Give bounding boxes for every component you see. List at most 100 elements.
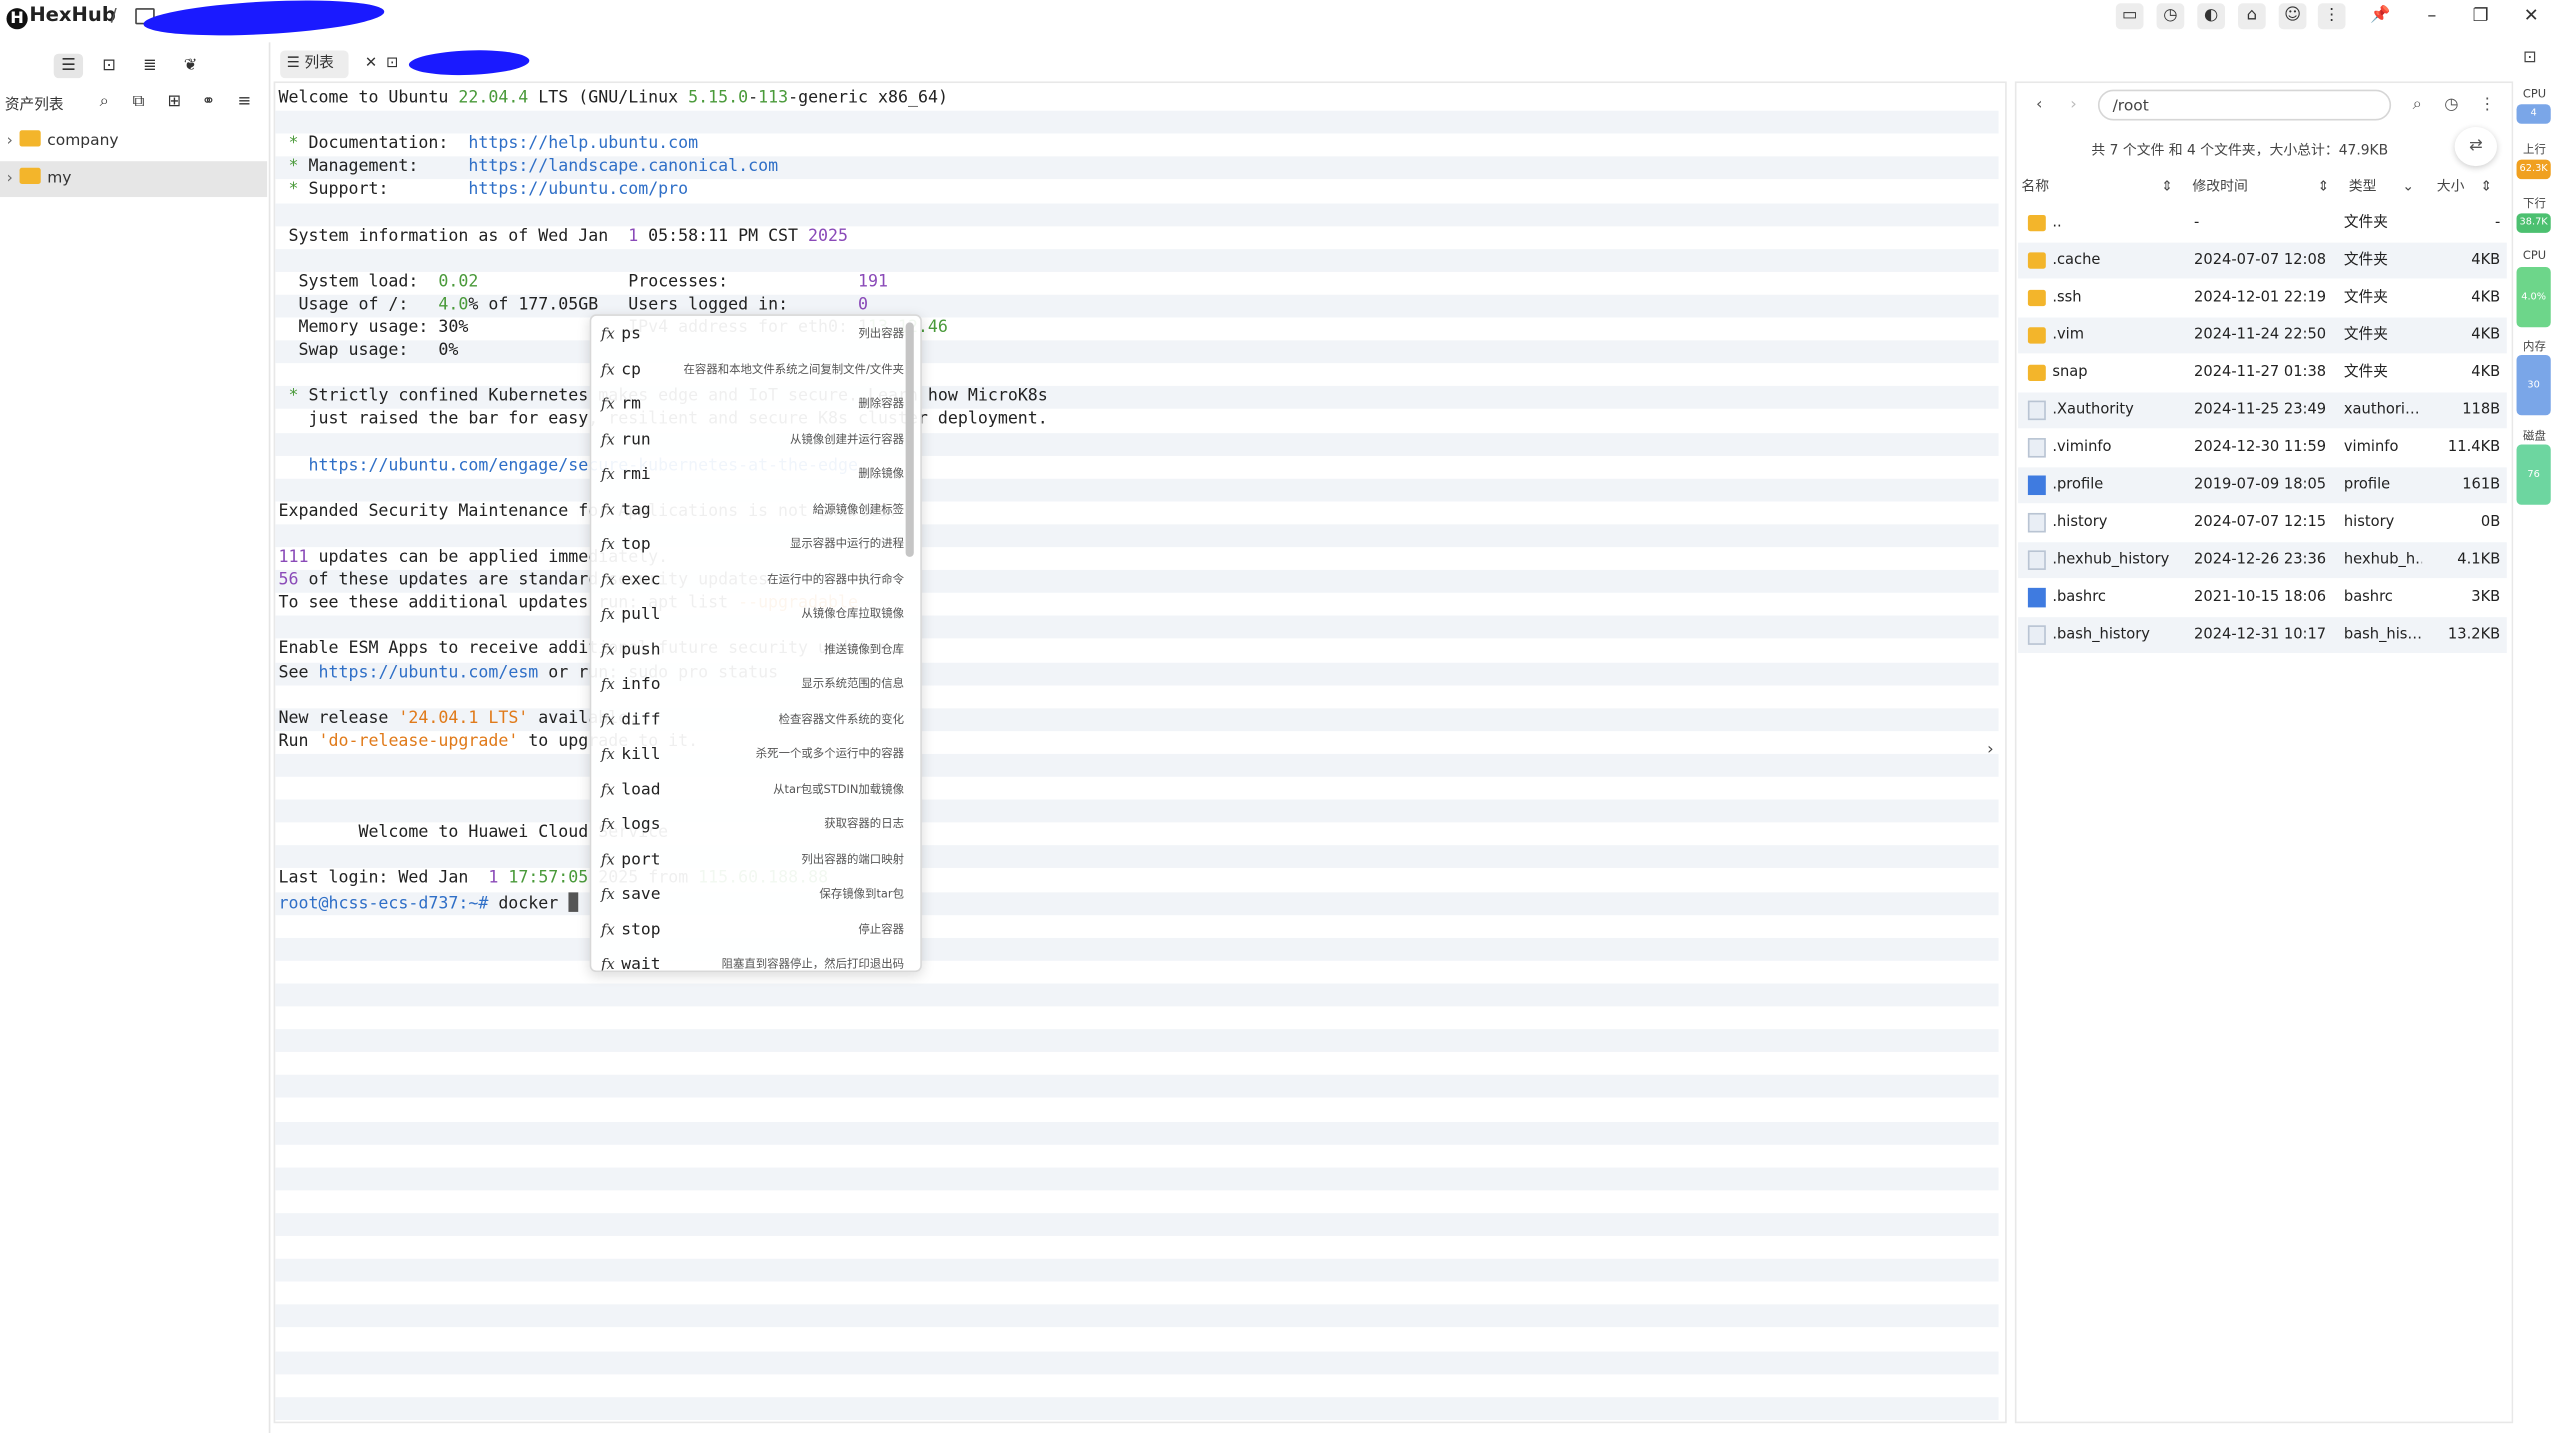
- file-type: 文件夹: [2343, 364, 2388, 382]
- function-icon: fx: [601, 747, 615, 764]
- terminal-tab-icon[interactable]: ⊡: [386, 50, 406, 78]
- terminal-text: 2025: [808, 227, 849, 246]
- terminal-row-stripe: [275, 799, 1999, 823]
- collapse-icon[interactable]: ≡: [230, 90, 259, 114]
- completion-item[interactable]: fx load 从tar包或STDIN加载镜像: [601, 773, 904, 808]
- terminal-row-stripe: [275, 478, 1999, 502]
- forward-icon[interactable]: ›: [2062, 93, 2085, 119]
- close-window-button[interactable]: ✕: [2517, 3, 2546, 29]
- pin-icon[interactable]: 📌: [2367, 3, 2395, 29]
- terminal-view-icon[interactable]: ⊡: [94, 54, 123, 78]
- database-icon[interactable]: ≣: [135, 54, 164, 78]
- terminal-line: * Management: https://landscape.canonica…: [279, 157, 779, 180]
- search-icon[interactable]: ⌕: [2406, 93, 2429, 119]
- more-icon[interactable]: ⋮: [2317, 3, 2346, 30]
- expand-panel-icon[interactable]: ›: [1987, 733, 2003, 769]
- completion-item[interactable]: fx wait 阻塞直到容器停止，然后打印退出码: [601, 948, 904, 973]
- folder-icon: [2027, 364, 2046, 382]
- search-icon[interactable]: ⌕: [90, 90, 119, 114]
- file-mtime: 2024-12-26 23:36: [2194, 552, 2327, 569]
- completion-item[interactable]: fx ps 列出容器: [601, 318, 904, 353]
- file-row[interactable]: .. - 文件夹 -: [2018, 205, 2507, 241]
- bird-icon[interactable]: ❦: [176, 54, 205, 78]
- completion-item[interactable]: fx cp 在容器和本地文件系统之间复制文件/文件夹: [601, 353, 904, 388]
- completion-item[interactable]: fx pull 从镜像仓库拉取镜像: [601, 598, 904, 633]
- file-row[interactable]: .bashrc 2021-10-15 18:06 bashrc 3KB: [2018, 580, 2507, 616]
- minimize-button[interactable]: –: [2417, 3, 2446, 29]
- completion-item[interactable]: fx port 列出容器的端口映射: [601, 843, 904, 878]
- completion-item[interactable]: fx stop 停止容器: [601, 913, 904, 948]
- file-row[interactable]: .cache 2024-07-07 12:08 文件夹 4KB: [2018, 242, 2507, 279]
- completion-item[interactable]: fx info 显示系统范围的信息: [601, 668, 904, 703]
- history-icon[interactable]: ◷: [2156, 3, 2185, 30]
- terminal-text: Run: [278, 732, 319, 751]
- file-size: -: [2494, 214, 2501, 232]
- file-mtime: 2024-11-24 22:50: [2194, 327, 2327, 344]
- column-size[interactable]: 大小 ⇕: [2437, 174, 2496, 200]
- column-name[interactable]: 名称 ⇕: [2021, 174, 2176, 200]
- completion-command: info: [621, 675, 661, 694]
- popup-scrollbar[interactable]: [905, 322, 914, 557]
- file-size: 4KB: [2471, 252, 2501, 269]
- disk-label: 磁盘: [2523, 429, 2546, 443]
- function-icon: fx: [601, 817, 615, 834]
- terminal-text: '24.04.1 LTS': [398, 709, 529, 728]
- more-icon[interactable]: ⋮: [2476, 93, 2499, 119]
- terminal[interactable]: Welcome to Ubuntu 22.04.4 LTS (GNU/Linux…: [273, 81, 2007, 1424]
- user-icon[interactable]: ☺: [2278, 3, 2307, 30]
- file-row[interactable]: .history 2024-07-07 12:15 history 0B: [2018, 505, 2507, 541]
- maximize-button[interactable]: ❐: [2466, 3, 2495, 29]
- file-row[interactable]: .viminfo 2024-12-30 11:59 viminfo 11.4KB: [2018, 430, 2507, 466]
- terminal-line: * Documentation: https://help.ubuntu.com: [279, 134, 699, 157]
- message-icon[interactable]: ▭: [2115, 3, 2144, 30]
- list-view-icon[interactable]: ☰: [53, 53, 84, 79]
- terminal-text: System load:: [278, 273, 439, 292]
- file-row[interactable]: .vim 2024-11-24 22:50 文件夹 4KB: [2018, 317, 2507, 354]
- completion-item[interactable]: fx logs 获取容器的日志: [601, 808, 904, 843]
- home-icon[interactable]: ⌂: [2238, 3, 2266, 30]
- function-icon: fx: [601, 957, 615, 973]
- column-type[interactable]: 类型 ⌄: [2349, 174, 2417, 200]
- tree-item-my[interactable]: › my: [0, 161, 268, 198]
- file-row[interactable]: snap 2024-11-27 01:38 文件夹 4KB: [2018, 355, 2507, 391]
- link-icon[interactable]: ⚭: [194, 90, 223, 114]
- terminal-text: Management:: [308, 158, 469, 177]
- completion-item[interactable]: fx save 保存镜像到tar包: [601, 878, 904, 913]
- back-icon[interactable]: ‹: [2028, 93, 2051, 119]
- completion-item[interactable]: fx kill 杀死一个或多个运行中的容器: [601, 738, 904, 773]
- completion-item[interactable]: fx top 显示容器中运行的进程: [601, 528, 904, 563]
- terminal-text: 113: [758, 89, 789, 108]
- tree-item-company[interactable]: › company: [0, 124, 267, 160]
- file-size: 4KB: [2471, 289, 2501, 307]
- folder-icon: [19, 130, 41, 147]
- sync-folder-icon[interactable]: ⇄: [2454, 127, 2497, 167]
- tab-label: 列表: [304, 55, 334, 72]
- terminal-text: 05:58:11 PM CST: [638, 227, 809, 246]
- file-row[interactable]: .Xauthority 2024-11-25 23:49 xauthori… 118B: [2018, 392, 2507, 429]
- file-row[interactable]: .ssh 2024-12-01 22:19 文件夹 4KB: [2018, 280, 2507, 316]
- completion-item[interactable]: fx rmi 删除镜像: [601, 458, 904, 493]
- new-connection-icon[interactable]: ⧉: [124, 90, 153, 114]
- completion-item[interactable]: fx exec 在运行中的容器中执行命令: [601, 563, 904, 598]
- terminal-panel-icon[interactable]: ⊡: [2523, 49, 2537, 67]
- tab-list[interactable]: ☰ 列表: [280, 50, 349, 79]
- file-mtime: 2021-10-15 18:06: [2194, 589, 2327, 606]
- history-icon[interactable]: ◷: [2440, 93, 2463, 119]
- new-folder-icon[interactable]: ⊞: [160, 90, 189, 114]
- file-row[interactable]: .profile 2019-07-09 18:05 profile 161B: [2018, 467, 2507, 504]
- file-row[interactable]: .hexhub_history 2024-12-26 23:36 hexhub_h……: [2018, 542, 2507, 579]
- column-mtime[interactable]: 修改时间 ⇕: [2192, 174, 2332, 200]
- completion-item[interactable]: fx push 推送镜像到仓库: [601, 633, 904, 668]
- tab-close-icon[interactable]: ✕: [365, 50, 385, 78]
- path-input[interactable]: /root: [2097, 89, 2392, 121]
- terminal-row-stripe: [275, 1075, 1999, 1099]
- terminal-text: Swap usage: 0%: [278, 342, 459, 361]
- completion-item[interactable]: fx diff 检查容器文件系统的变化: [601, 703, 904, 738]
- terminal-text: 'do-release-upgrade': [318, 732, 519, 751]
- completion-item[interactable]: fx rm 删除容器: [601, 388, 904, 423]
- completion-item[interactable]: fx tag 給源镜像创建标签: [601, 493, 904, 528]
- terminal-row-stripe: [275, 937, 1999, 961]
- completion-item[interactable]: fx run 从镜像创建并运行容器: [601, 423, 904, 458]
- theme-icon[interactable]: ◐: [2197, 3, 2225, 30]
- file-row[interactable]: .bash_history 2024-12-31 10:17 bash_his… 13…: [2018, 617, 2507, 653]
